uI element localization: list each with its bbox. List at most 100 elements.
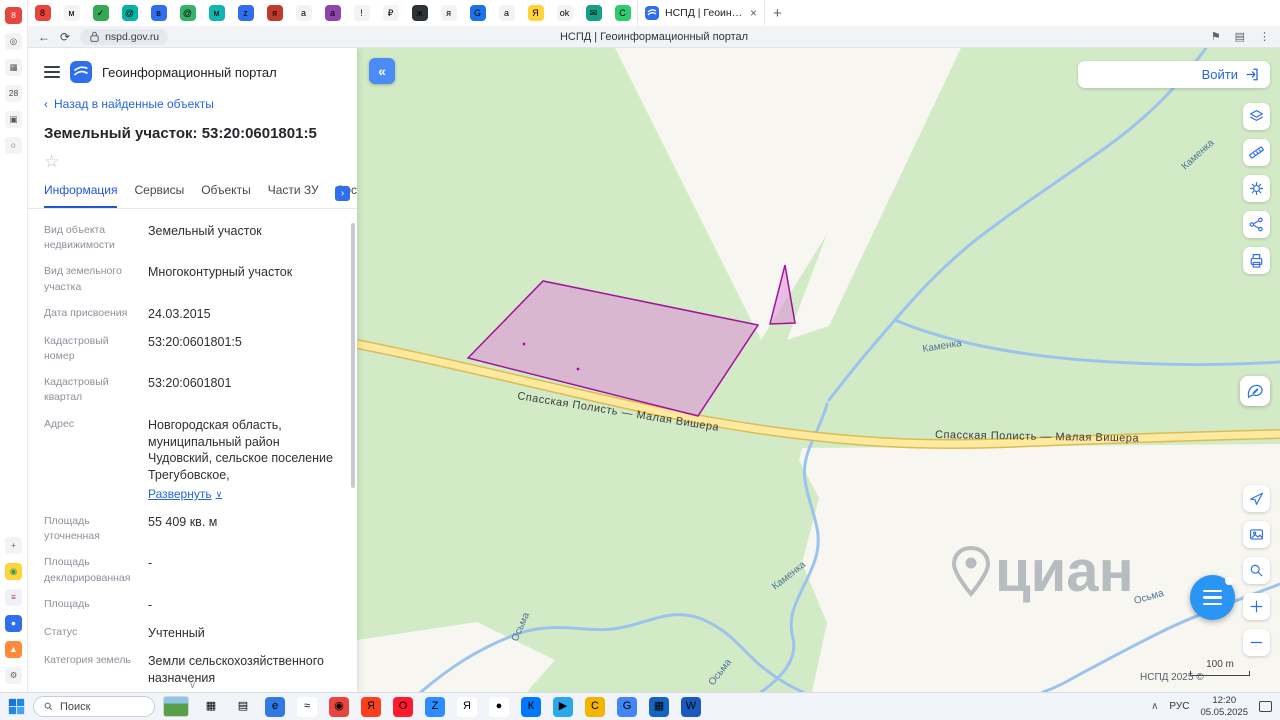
panel-scrollbar[interactable] xyxy=(351,223,355,488)
taskbar-app-icon[interactable]: ▦ xyxy=(649,697,669,717)
browser-action-icon[interactable]: ▤ xyxy=(1235,30,1245,43)
favicon-icon: ✓ xyxy=(93,5,109,21)
menu-icon[interactable] xyxy=(44,66,60,78)
login-arrow-icon xyxy=(1245,67,1260,82)
taskbar-app-icon[interactable]: C xyxy=(585,697,605,717)
taskbar-app-icon[interactable]: ≈ xyxy=(297,697,317,717)
browser-action-icon[interactable]: ⚑ xyxy=(1211,30,1221,43)
pinned-tab[interactable]: ! xyxy=(347,0,376,26)
pinned-tab[interactable]: ✉ xyxy=(579,0,608,26)
taskbar-app-icon[interactable]: G xyxy=(617,697,637,717)
pinned-tab[interactable]: C xyxy=(608,0,637,26)
pinned-tab[interactable]: z xyxy=(231,0,260,26)
printer-icon xyxy=(1248,252,1265,269)
taskbar-app-icon[interactable]: О xyxy=(393,697,413,717)
side-strip-icon[interactable]: ≡ xyxy=(5,589,22,606)
pinned-tab[interactable]: @ xyxy=(115,0,144,26)
taskbar-app-icon[interactable]: Z xyxy=(425,697,445,717)
pinned-tab[interactable]: ж xyxy=(405,0,434,26)
taskbar-apps: ▦ ▤ e ≈ ◉ Я О Z Я ● К ▶ C G ▦ W xyxy=(201,697,701,717)
zoom-in-button[interactable] xyxy=(1243,593,1270,620)
pinned-tab[interactable]: м xyxy=(57,0,86,26)
map-canvas[interactable]: Спасская Полисть — Малая Вишера Спасская… xyxy=(357,48,1280,692)
pinned-tab[interactable]: a xyxy=(289,0,318,26)
pinned-tab[interactable]: a xyxy=(318,0,347,26)
side-strip-icon[interactable]: ⚙ xyxy=(5,667,22,684)
search-area-button[interactable] xyxy=(1243,557,1270,584)
language-indicator[interactable]: РУС xyxy=(1169,701,1189,712)
panel-tab[interactable]: Информация xyxy=(44,176,117,208)
taskbar-app-icon[interactable]: e xyxy=(265,697,285,717)
screenshot-button[interactable] xyxy=(1243,521,1270,548)
pinned-tab[interactable]: ₽ xyxy=(376,0,405,26)
expand-address-link[interactable]: Развернуть∨ xyxy=(148,486,222,502)
pinned-tab[interactable]: ok xyxy=(550,0,579,26)
reload-icon[interactable]: ⟳ xyxy=(60,30,70,44)
system-tray: ∧ РУС 12:20 05.05.2025 xyxy=(1151,695,1272,719)
taskbar-app-icon[interactable]: ◉ xyxy=(329,697,349,717)
taskbar-app-icon[interactable]: ▦ xyxy=(201,697,221,717)
taskbar-app-icon[interactable]: ▤ xyxy=(233,697,253,717)
pinned-tab[interactable]: в xyxy=(144,0,173,26)
layers-button[interactable] xyxy=(1243,103,1270,130)
chat-widget-button[interactable] xyxy=(1190,575,1235,620)
back-to-results-link[interactable]: ‹ Назад в найденные объекты xyxy=(28,92,357,116)
measure-button[interactable] xyxy=(1243,139,1270,166)
taskbar-search[interactable]: Поиск xyxy=(33,696,155,717)
widgets-thumbnail[interactable] xyxy=(163,696,189,717)
pinned-tab[interactable]: ✓ xyxy=(86,0,115,26)
collapse-panel-button[interactable]: « xyxy=(369,58,395,84)
feedback-button[interactable] xyxy=(1240,376,1270,406)
new-tab-button[interactable]: + xyxy=(773,5,782,22)
zoom-out-button[interactable] xyxy=(1243,629,1270,656)
share-button[interactable] xyxy=(1243,211,1270,238)
settings-button[interactable] xyxy=(1243,175,1270,202)
scroll-down-chevron-icon[interactable]: ∨ xyxy=(188,678,196,691)
close-tab-icon[interactable]: × xyxy=(750,6,757,20)
login-button[interactable]: Войти xyxy=(1078,61,1270,88)
location-arrow-icon xyxy=(1248,490,1265,507)
pinned-tab[interactable]: 8 xyxy=(28,0,57,26)
pinned-tab[interactable]: Я xyxy=(521,0,550,26)
side-strip-icon[interactable]: ◎ xyxy=(5,33,22,50)
pinned-tab[interactable]: a xyxy=(492,0,521,26)
attribute-list: Вид объекта недвижимости Земельный участ… xyxy=(28,209,357,692)
taskbar-app-icon[interactable]: Я xyxy=(457,697,477,717)
locate-button[interactable] xyxy=(1243,485,1270,512)
panel-tab[interactable]: Объекты xyxy=(201,176,251,208)
taskbar-app-icon[interactable]: W xyxy=(681,697,701,717)
browser-action-icon[interactable]: ⋮ xyxy=(1259,30,1270,43)
pinned-tab[interactable]: @ xyxy=(173,0,202,26)
taskbar-app-icon[interactable]: К xyxy=(521,697,541,717)
side-strip-icon[interactable]: ▦ xyxy=(5,59,22,76)
pinned-tab[interactable]: я xyxy=(260,0,289,26)
taskbar-app-icon[interactable]: ● xyxy=(489,697,509,717)
side-strip-icon[interactable]: 28 xyxy=(5,85,22,102)
side-strip-icon[interactable]: ▲ xyxy=(5,641,22,658)
side-strip-icon[interactable]: ○ xyxy=(5,137,22,154)
print-button[interactable] xyxy=(1243,247,1270,274)
panel-tab[interactable]: Сервисы xyxy=(134,176,184,208)
action-center-icon[interactable] xyxy=(1259,701,1272,712)
tabs-scroll-right-button[interactable]: › xyxy=(335,186,350,201)
map-view[interactable]: Спасская Полисть — Малая Вишера Спасская… xyxy=(357,48,1280,692)
pinned-tab[interactable]: м xyxy=(202,0,231,26)
taskbar-app-icon[interactable]: Я xyxy=(361,697,381,717)
side-strip-icon[interactable]: 8 xyxy=(5,7,22,24)
hidden-icons-chevron[interactable]: ∧ xyxy=(1151,701,1158,712)
pinned-tab[interactable]: G xyxy=(463,0,492,26)
url-field[interactable]: nspd.gov.ru xyxy=(80,29,168,45)
back-icon[interactable]: ← xyxy=(38,30,50,44)
favorite-star-icon[interactable]: ☆ xyxy=(28,144,357,176)
side-strip-icon[interactable]: + xyxy=(5,537,22,554)
clock[interactable]: 12:20 05.05.2025 xyxy=(1200,695,1248,719)
panel-tabs: Информация Сервисы Объекты Части ЗУ Сост… xyxy=(28,176,357,209)
taskbar-app-icon[interactable]: ▶ xyxy=(553,697,573,717)
side-strip-icon[interactable]: ▣ xyxy=(5,111,22,128)
side-strip-icon[interactable]: ● xyxy=(5,615,22,632)
start-button[interactable] xyxy=(8,698,25,715)
side-strip-icon[interactable]: ◉ xyxy=(5,563,22,580)
active-tab[interactable]: НСПД | Геоинформацион... × xyxy=(637,0,765,26)
panel-tab[interactable]: Части ЗУ xyxy=(268,176,319,208)
pinned-tab[interactable]: я xyxy=(434,0,463,26)
